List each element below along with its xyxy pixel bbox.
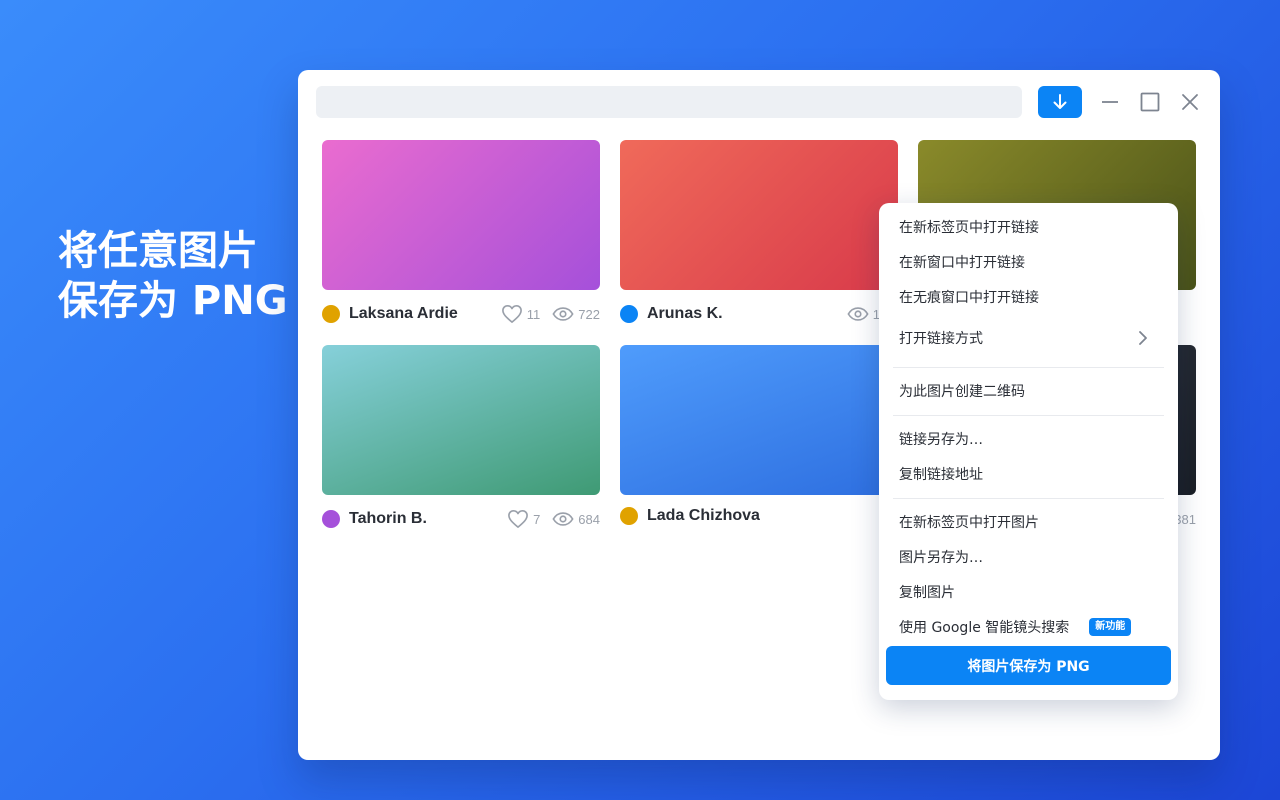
- card-thumbnail[interactable]: [322, 140, 600, 290]
- menu-item-copy-image[interactable]: 复制图片: [899, 580, 1162, 604]
- eye-icon: [847, 307, 869, 321]
- image-card[interactable]: Laksana Ardie 11 722: [322, 140, 600, 326]
- chevron-right-icon: [1138, 326, 1148, 350]
- heart-icon: [508, 510, 528, 528]
- author-name[interactable]: Lada Chizhova: [647, 507, 760, 525]
- card-meta: Arunas K. 1: [620, 302, 898, 326]
- heart-icon: [501, 305, 522, 323]
- menu-item-create-qr[interactable]: 为此图片创建二维码: [899, 379, 1162, 403]
- card-meta: Tahorin B. 7 684: [322, 507, 600, 531]
- minimize-button[interactable]: [1100, 92, 1120, 112]
- likes-stat[interactable]: 11: [501, 304, 541, 324]
- minimize-icon: [1102, 101, 1118, 103]
- save-as-png-button[interactable]: 将图片保存为 PNG: [886, 646, 1171, 685]
- eye-icon: [552, 512, 574, 526]
- menu-separator: [893, 415, 1164, 416]
- likes-stat[interactable]: 7: [507, 509, 540, 529]
- image-card[interactable]: Arunas K. 1: [620, 140, 898, 326]
- menu-item-open-link-incognito[interactable]: 在无痕窗口中打开链接: [899, 285, 1162, 309]
- views-count: 722: [578, 306, 600, 322]
- card-meta: Lada Chizhova: [620, 504, 898, 528]
- headline-line-2: 保存为 PNG: [58, 278, 288, 324]
- image-card[interactable]: Tahorin B. 7 684: [322, 345, 600, 531]
- maximize-icon: [1140, 92, 1160, 112]
- menu-separator: [893, 498, 1164, 499]
- address-bar[interactable]: [316, 86, 1022, 118]
- avatar[interactable]: [620, 305, 638, 323]
- card-thumbnail[interactable]: [620, 140, 898, 290]
- likes-count: 11: [526, 306, 541, 322]
- avatar[interactable]: [620, 507, 638, 525]
- author-name[interactable]: Arunas K.: [647, 305, 723, 323]
- card-thumbnail[interactable]: [322, 345, 600, 495]
- menu-item-google-lens[interactable]: 使用 Google 智能镜头搜索 新功能: [899, 615, 1162, 639]
- likes-count: 7: [533, 511, 541, 527]
- views-stat: 722: [552, 306, 600, 322]
- new-feature-badge: 新功能: [1089, 618, 1132, 636]
- arrow-down-icon: [1053, 94, 1067, 109]
- menu-separator: [893, 367, 1164, 368]
- menu-item-save-link-as[interactable]: 链接另存为…: [899, 427, 1162, 451]
- views-stat: 1: [847, 306, 880, 322]
- maximize-button[interactable]: [1140, 92, 1160, 112]
- menu-item-open-link-with[interactable]: 打开链接方式: [899, 326, 1162, 350]
- author-name[interactable]: Laksana Ardie: [349, 305, 458, 323]
- menu-item-open-image-new-tab[interactable]: 在新标签页中打开图片: [899, 510, 1162, 534]
- download-button[interactable]: [1038, 86, 1082, 118]
- context-menu: 在新标签页中打开链接 在新窗口中打开链接 在无痕窗口中打开链接 打开链接方式 为…: [879, 203, 1178, 700]
- close-icon: [1182, 94, 1198, 110]
- author-name[interactable]: Tahorin B.: [349, 510, 427, 528]
- eye-icon: [552, 307, 574, 321]
- views-count: 684: [578, 511, 600, 527]
- card-stats: 7 684: [495, 509, 600, 529]
- menu-item-label: 使用 Google 智能镜头搜索: [899, 620, 1070, 636]
- menu-item-save-image-as[interactable]: 图片另存为…: [899, 545, 1162, 569]
- card-thumbnail[interactable]: [620, 345, 898, 495]
- avatar[interactable]: [322, 305, 340, 323]
- headline-line-1: 将任意图片: [58, 228, 258, 274]
- card-stats: 1: [835, 306, 880, 322]
- card-meta: Laksana Ardie 11 722: [322, 302, 600, 326]
- menu-item-copy-link[interactable]: 复制链接地址: [899, 462, 1162, 486]
- image-card[interactable]: Lada Chizhova: [620, 345, 898, 528]
- menu-item-open-link-new-tab[interactable]: 在新标签页中打开链接: [899, 215, 1162, 239]
- views-stat: 684: [552, 511, 600, 527]
- card-stats: 11 722: [489, 304, 600, 324]
- close-button[interactable]: [1180, 92, 1200, 112]
- headline: 将任意图片 保存为 PNG: [58, 226, 288, 326]
- avatar[interactable]: [322, 510, 340, 528]
- menu-item-open-link-new-window[interactable]: 在新窗口中打开链接: [899, 250, 1162, 274]
- menu-item-label: 打开链接方式: [899, 331, 983, 347]
